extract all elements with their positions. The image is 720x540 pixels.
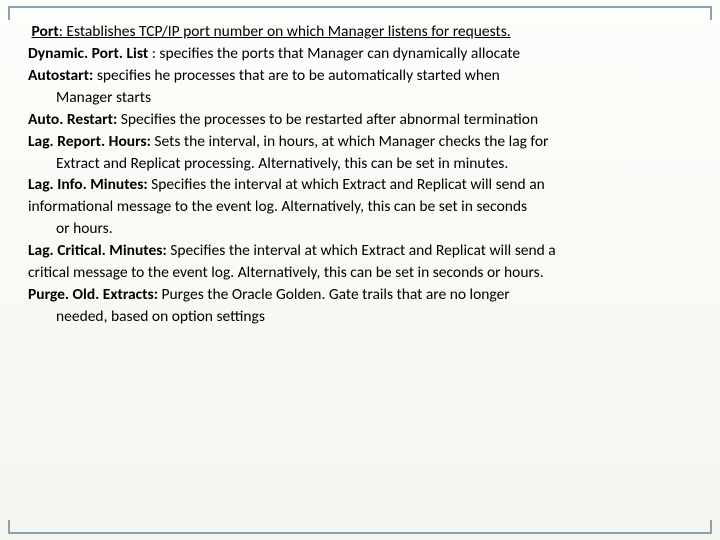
term-label: Purge. Old. Extracts: bbox=[28, 285, 158, 304]
border-bottom bbox=[8, 532, 712, 534]
definition-line: Manager starts bbox=[28, 88, 692, 109]
description-text: informational message to the event log. … bbox=[28, 197, 527, 216]
definition-line: informational message to the event log. … bbox=[28, 197, 692, 218]
term-label: Auto. Restart: bbox=[28, 110, 117, 129]
term-label: Dynamic. Port. List bbox=[28, 44, 148, 63]
description-text: Establishes TCP/IP port number on which … bbox=[66, 22, 510, 41]
description-text: Extract and Replicat processing. Alterna… bbox=[56, 154, 508, 173]
corner-decor bbox=[710, 520, 712, 534]
term-label: Lag. Info. Minutes: bbox=[28, 175, 148, 194]
definition-line: Lag. Report. Hours: Sets the interval, i… bbox=[28, 132, 692, 153]
definition-line: Purge. Old. Extracts: Purges the Oracle … bbox=[28, 285, 692, 306]
definition-line: Dynamic. Port. List : specifies the port… bbox=[28, 44, 692, 65]
term-label: Autostart: bbox=[28, 66, 93, 85]
description-text: Manager starts bbox=[56, 88, 151, 107]
term-label: Port bbox=[32, 22, 59, 41]
definition-line: Auto. Restart: Specifies the processes t… bbox=[28, 110, 692, 131]
definition-line: Autostart: specifies he processes that a… bbox=[28, 66, 692, 87]
term-label: Lag. Report. Hours: bbox=[28, 132, 151, 151]
definition-line: Lag. Info. Minutes: Specifies the interv… bbox=[28, 175, 692, 196]
definition-line: needed, based on option settings bbox=[28, 307, 692, 328]
description-text: Specifies the processes to be restarted … bbox=[121, 110, 538, 129]
border-top bbox=[8, 6, 712, 8]
definition-line: Extract and Replicat processing. Alterna… bbox=[28, 154, 692, 175]
term-label: Lag. Critical. Minutes: bbox=[28, 241, 167, 260]
description-text: Sets the interval, in hours, at which Ma… bbox=[154, 132, 548, 151]
description-text: specifies the ports that Manager can dyn… bbox=[159, 44, 520, 63]
definition-line: Lag. Critical. Minutes: Specifies the in… bbox=[28, 241, 692, 262]
definition-line: Port: Establishes TCP/IP port number on … bbox=[28, 22, 692, 43]
description-text: specifies he processes that are to be au… bbox=[97, 66, 500, 85]
content-text-block: Port: Establishes TCP/IP port number on … bbox=[28, 22, 692, 328]
definition-line: or hours. bbox=[28, 219, 692, 240]
description-text: needed, based on option settings bbox=[56, 307, 265, 326]
description-text: Purges the Oracle Golden. Gate trails th… bbox=[162, 285, 510, 304]
corner-decor bbox=[710, 6, 712, 20]
corner-decor bbox=[8, 6, 10, 20]
slide: Port: Establishes TCP/IP port number on … bbox=[0, 0, 720, 540]
description-text: critical message to the event log. Alter… bbox=[28, 263, 544, 282]
corner-decor bbox=[8, 520, 10, 534]
description-text: or hours. bbox=[56, 219, 113, 238]
definition-line: critical message to the event log. Alter… bbox=[28, 263, 692, 284]
description-text: Specifies the interval at which Extract … bbox=[151, 175, 545, 194]
description-text: Specifies the interval at which Extract … bbox=[170, 241, 555, 260]
